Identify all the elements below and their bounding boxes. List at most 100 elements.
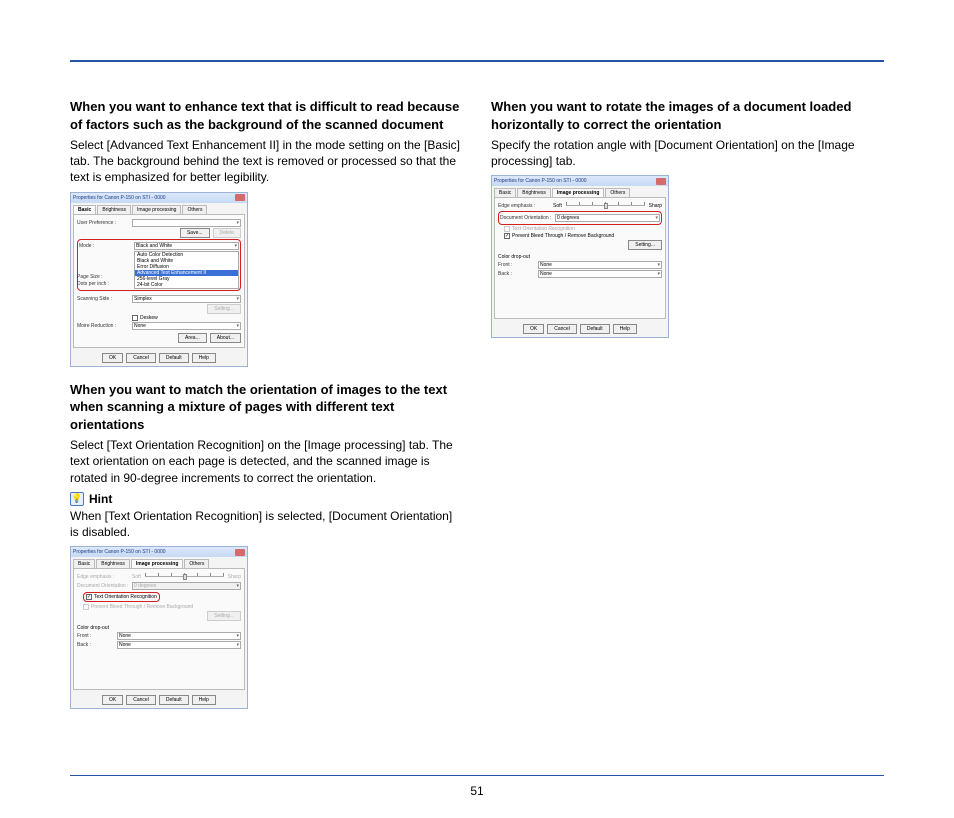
back-combo[interactable]: None▾ (538, 270, 662, 278)
lbl-dpi: Dots per inch : (77, 281, 132, 287)
moire-combo[interactable]: None▾ (132, 322, 241, 330)
left-column: When you want to enhance text that is di… (70, 98, 463, 723)
tabs: Basic Brightness Image processing Others (71, 203, 247, 214)
lbl-edge: Edge emphasis : (77, 574, 132, 580)
delete-button: Delete (213, 228, 241, 238)
top-rule (70, 60, 884, 62)
tab-basic[interactable]: Basic (494, 188, 516, 197)
save-button[interactable]: Save... (180, 228, 210, 238)
dialog-buttons: OK Cancel Default Help (71, 350, 247, 366)
front-combo[interactable]: None▾ (538, 261, 662, 269)
docorient-combo[interactable]: 0 degrees▾ (555, 214, 660, 222)
close-icon[interactable] (235, 194, 245, 201)
cancel-button[interactable]: Cancel (547, 324, 577, 334)
close-icon[interactable] (656, 178, 666, 185)
tabs: Basic Brightness Image processing Others (492, 186, 668, 197)
docorient-combo: 0 degrees▾ (132, 582, 241, 590)
dialog-buttons: OK Cancel Default Help (71, 692, 247, 708)
lbl-edge: Edge emphasis : (498, 203, 553, 209)
hint-body: When [Text Orientation Recognition] is s… (70, 508, 463, 540)
heading-match-orientation: When you want to match the orientation o… (70, 381, 463, 434)
heading-rotate: When you want to rotate the images of a … (491, 98, 884, 133)
userpref-combo[interactable]: ▾ (132, 219, 241, 227)
dialog-imgproc-docorient: Properties for Canon P-150 on STI - 0000… (491, 175, 669, 338)
back-combo[interactable]: None▾ (117, 641, 241, 649)
lbl-colordrop: Color drop-out (77, 625, 241, 631)
area-button[interactable]: Area... (178, 333, 207, 343)
lbl-tor: Text Orientation Recognition (512, 226, 575, 232)
setting-button[interactable]: Setting... (628, 240, 662, 250)
lbl-userpref: User Preference : (77, 220, 132, 226)
titlebar: Properties for Canon P-150 on STI - 0000 (71, 547, 247, 557)
default-button[interactable]: Default (159, 695, 189, 705)
body-enhance-text: Select [Advanced Text Enhancement II] in… (70, 137, 463, 186)
help-button[interactable]: Help (192, 695, 216, 705)
dialog-title: Properties for Canon P-150 on STI - 0000 (73, 549, 166, 555)
cancel-button[interactable]: Cancel (126, 695, 156, 705)
lbl-back: Back : (498, 271, 538, 277)
default-button[interactable]: Default (580, 324, 610, 334)
lbl-bleed: Prevent Bleed Through / Remove Backgroun… (512, 233, 614, 239)
dialog-title: Properties for Canon P-150 on STI - 0000 (73, 195, 166, 201)
tor-check[interactable]: ✓ (86, 594, 92, 600)
lbl-deskew: Deskew (140, 315, 158, 321)
right-column: When you want to rotate the images of a … (491, 98, 884, 723)
tab-image[interactable]: Image processing (132, 205, 181, 214)
panel: Edge emphasis : Soft Sharp Document Orie… (494, 197, 666, 319)
lbl-moire: Moire Reduction : (77, 323, 132, 329)
titlebar: Properties for Canon P-150 on STI - 0000 (71, 193, 247, 203)
about-button[interactable]: About... (210, 333, 241, 343)
tab-basic[interactable]: Basic (73, 559, 95, 568)
panel: Edge emphasis : Soft Sharp Document Orie… (73, 568, 245, 690)
lbl-sharp: Sharp (649, 203, 662, 209)
lbl-bleed: Prevent Bleed Through / Remove Backgroun… (91, 604, 193, 610)
close-icon[interactable] (235, 549, 245, 556)
docorient-highlight: Document Orientation : 0 degrees▾ (498, 211, 662, 225)
lbl-sharp: Sharp (228, 574, 241, 580)
lbl-back: Back : (77, 642, 117, 648)
tabs: Basic Brightness Image processing Others (71, 557, 247, 568)
help-button[interactable]: Help (192, 353, 216, 363)
lbl-docorient: Document Orientation : (500, 215, 555, 221)
bottom-rule (70, 775, 884, 776)
bleed-check[interactable]: ✓ (504, 233, 510, 239)
heading-enhance-text: When you want to enhance text that is di… (70, 98, 463, 133)
ok-button[interactable]: OK (523, 324, 544, 334)
ok-button[interactable]: OK (102, 353, 123, 363)
lbl-scanside: Scanning Side : (77, 296, 132, 302)
dialog-title: Properties for Canon P-150 on STI - 0000 (494, 178, 587, 184)
tab-brightness[interactable]: Brightness (97, 205, 131, 214)
setting-button: Setting... (207, 304, 241, 314)
panel: User Preference : ▾ Save... Delete Mode … (73, 214, 245, 348)
tab-others[interactable]: Others (182, 205, 207, 214)
body-match-orientation: Select [Text Orientation Recognition] on… (70, 437, 463, 486)
cancel-button[interactable]: Cancel (126, 353, 156, 363)
tab-brightness[interactable]: Brightness (517, 188, 551, 197)
body-rotate: Specify the rotation angle with [Documen… (491, 137, 884, 169)
ok-button[interactable]: OK (102, 695, 123, 705)
edge-slider[interactable] (562, 202, 649, 210)
lbl-front: Front : (77, 633, 117, 639)
tab-others[interactable]: Others (184, 559, 209, 568)
dialog-buttons: OK Cancel Default Help (492, 321, 668, 337)
lbl-soft: Soft (553, 203, 562, 209)
dialog-basic: Properties for Canon P-150 on STI - 0000… (70, 192, 248, 367)
hint-row: 💡 Hint (70, 492, 463, 506)
tab-image[interactable]: Image processing (552, 188, 605, 197)
tab-others[interactable]: Others (605, 188, 630, 197)
lbl-docorient: Document Orientation : (77, 583, 132, 589)
tab-image[interactable]: Image processing (131, 559, 184, 568)
default-button[interactable]: Default (159, 353, 189, 363)
front-combo[interactable]: None▾ (117, 632, 241, 640)
tab-brightness[interactable]: Brightness (96, 559, 130, 568)
help-button[interactable]: Help (613, 324, 637, 334)
mode-combo[interactable]: Black and White▾ (134, 242, 239, 250)
scanside-combo[interactable]: Simplex▾ (132, 295, 241, 303)
section-rotate: When you want to rotate the images of a … (491, 98, 884, 338)
lbl-colordrop: Color drop-out (498, 254, 662, 260)
deskew-check[interactable] (132, 315, 138, 321)
tab-basic[interactable]: Basic (73, 205, 96, 214)
lbl-mode: Mode : (79, 243, 134, 249)
tor-highlight: ✓Text Orientation Recognition (83, 592, 160, 602)
bleed-check (83, 604, 89, 610)
